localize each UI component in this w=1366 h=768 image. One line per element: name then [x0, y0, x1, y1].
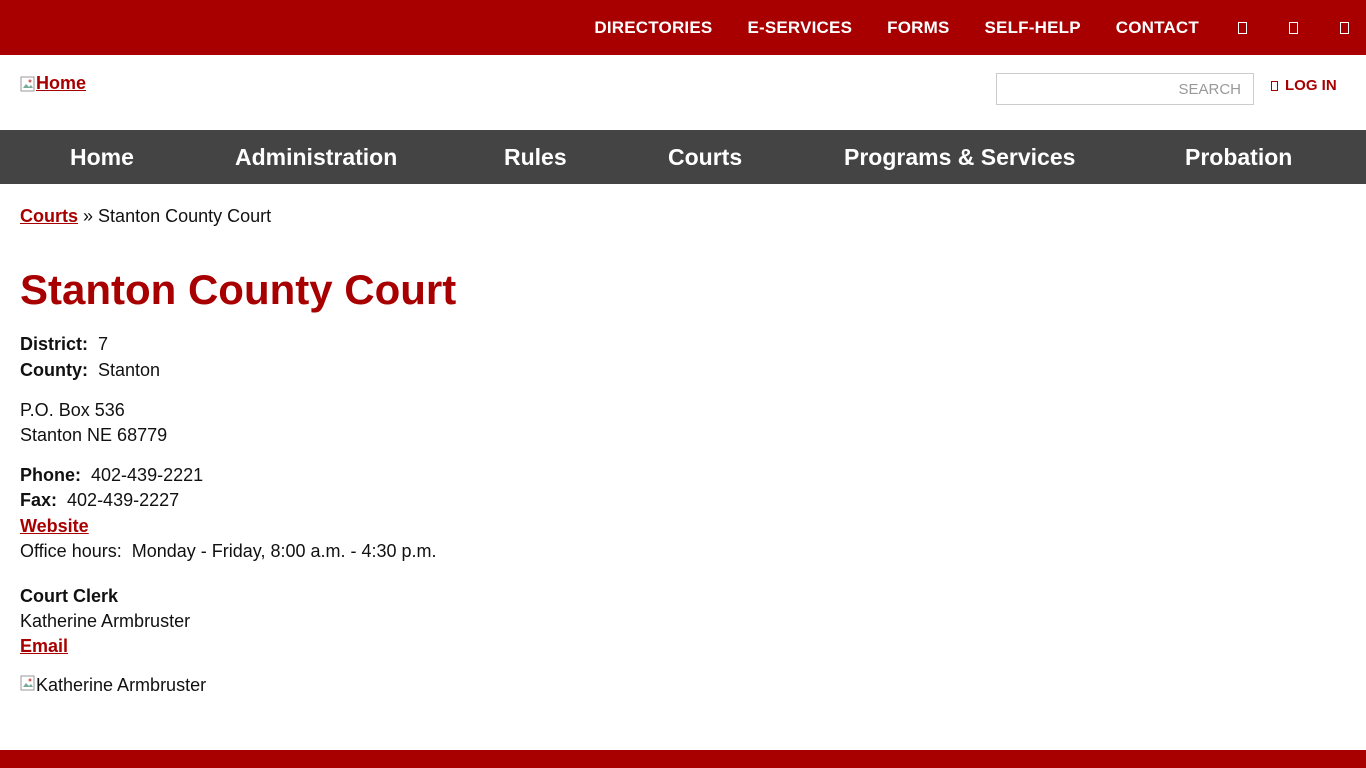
county-row: County: Stanton [20, 360, 160, 381]
breadcrumb: Courts » Stanton County Court [20, 206, 271, 227]
breadcrumb-courts-link[interactable]: Courts [20, 206, 78, 226]
page-title: Stanton County Court [20, 266, 457, 313]
clerk-title-text: Court Clerk [20, 586, 119, 606]
home-logo-link[interactable]: Home [36, 73, 86, 94]
nav-item-home[interactable]: Home [70, 144, 134, 171]
nav-item-courts[interactable]: Courts [668, 144, 742, 171]
youtube-icon[interactable] [1336, 20, 1352, 36]
fax-label: Fax: [20, 490, 58, 510]
facebook-icon[interactable] [1234, 20, 1250, 36]
utility-link-contact[interactable]: CONTACT [1116, 18, 1199, 38]
twitter-icon[interactable] [1285, 20, 1301, 36]
utility-nav: DIRECTORIES E-SERVICES FORMS SELF-HELP C… [594, 0, 1352, 55]
nav-item-administration[interactable]: Administration [235, 144, 397, 171]
utility-link-e-services[interactable]: E-SERVICES [747, 18, 852, 38]
district-value: 7 [98, 334, 109, 354]
clerk-photo-alt: Katherine Armbruster [36, 675, 207, 695]
login-label: LOG IN [1285, 77, 1337, 94]
office-hours-row: Office hours: Monday - Friday, 8:00 a.m.… [20, 541, 437, 562]
fax-value: 402-439-2227 [67, 490, 180, 510]
clerk-title: Court Clerk [20, 586, 118, 607]
website-row: Website [20, 516, 89, 537]
website-link[interactable]: Website [20, 516, 89, 536]
office-hours-value: Monday - Friday, 8:00 a.m. - 4:30 p.m. [131, 541, 437, 561]
county-label: County: [20, 360, 88, 380]
county-value: Stanton [98, 360, 161, 380]
site-logo[interactable]: Home [20, 73, 86, 94]
nav-item-programs-services[interactable]: Programs & Services [844, 144, 1075, 171]
district-row: District: 7 [20, 334, 108, 355]
main-nav: Home Administration Rules Courts Program… [0, 130, 1366, 184]
utility-link-forms[interactable]: FORMS [887, 18, 949, 38]
district-label: District: [20, 334, 89, 354]
top-bar: DIRECTORIES E-SERVICES FORMS SELF-HELP C… [0, 0, 1366, 55]
clerk-name: Katherine Armbruster [20, 611, 191, 631]
broken-image-icon [20, 76, 36, 92]
utility-link-self-help[interactable]: SELF-HELP [985, 18, 1081, 38]
phone-label: Phone: [20, 465, 81, 485]
utility-link-directories[interactable]: DIRECTORIES [594, 18, 712, 38]
office-hours-label: Office hours: [20, 541, 122, 561]
search-input[interactable] [996, 73, 1254, 105]
address-line-2: Stanton NE 68779 [20, 425, 168, 445]
broken-image-icon [20, 675, 36, 696]
nav-item-rules[interactable]: Rules [504, 144, 567, 171]
footer-bar [0, 750, 1366, 768]
fax-row: Fax: 402-439-2227 [20, 490, 179, 511]
email-row: Email [20, 636, 68, 657]
login-link[interactable]: LOG IN [1271, 77, 1337, 94]
clerk-photo: Katherine Armbruster [20, 675, 206, 696]
login-icon [1271, 80, 1278, 91]
nav-item-probation[interactable]: Probation [1185, 144, 1292, 171]
breadcrumb-separator: » [83, 206, 94, 226]
breadcrumb-current: Stanton County Court [98, 206, 272, 226]
email-link[interactable]: Email [20, 636, 68, 656]
phone-value: 402-439-2221 [91, 465, 204, 485]
address-line-1: P.O. Box 536 [20, 400, 125, 420]
phone-row: Phone: 402-439-2221 [20, 465, 203, 486]
